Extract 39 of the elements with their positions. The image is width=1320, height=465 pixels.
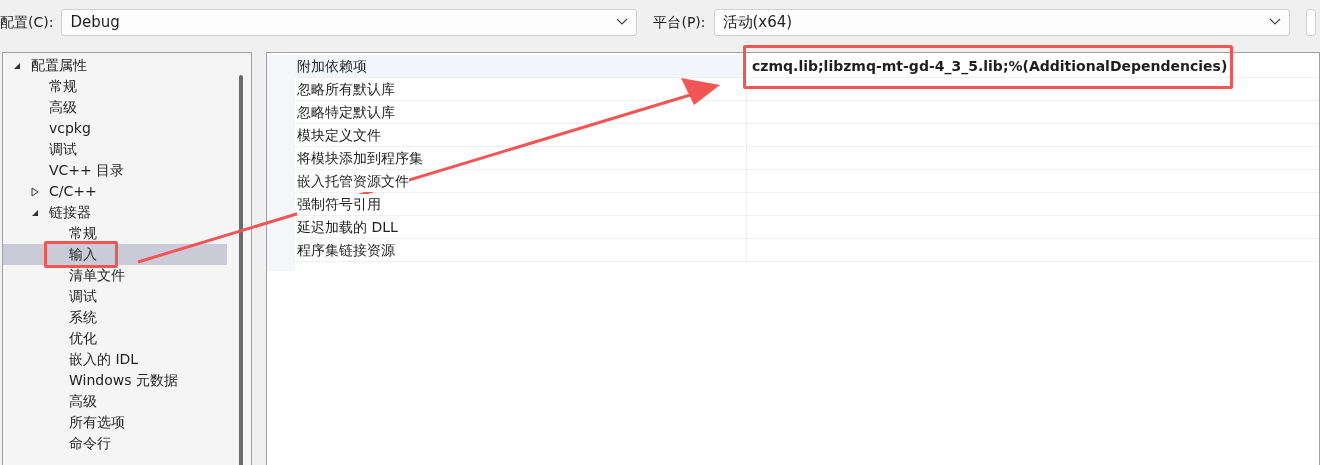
- tree-item[interactable]: vcpkg: [3, 118, 227, 139]
- tree-item[interactable]: 调试: [3, 286, 227, 307]
- tree-item[interactable]: VC++ 目录: [3, 160, 227, 181]
- tree-item[interactable]: Windows 元数据: [3, 370, 227, 391]
- tree-item[interactable]: 链接器: [3, 202, 227, 223]
- chevron-down-icon: [616, 18, 629, 26]
- expanded-triangle-icon[interactable]: [31, 208, 39, 217]
- tree-item[interactable]: 高级: [3, 391, 227, 412]
- combo-label: 平台(P):: [653, 12, 706, 32]
- property-name[interactable]: 忽略特定默认库: [295, 101, 747, 123]
- tree-item[interactable]: 高级: [3, 97, 227, 118]
- dropdown[interactable]: 活动(x64): [713, 8, 1290, 36]
- tree-item[interactable]: 命令行: [3, 433, 227, 454]
- collapsed-triangle-icon[interactable]: [31, 186, 39, 197]
- tree-item[interactable]: C/C++: [3, 181, 227, 202]
- tree-item[interactable]: 常规: [3, 223, 227, 244]
- tree-item[interactable]: 清单文件: [3, 265, 227, 286]
- property-name[interactable]: 强制符号引用: [295, 193, 747, 215]
- tree-item[interactable]: 优化: [3, 328, 227, 349]
- tree-item[interactable]: 调试: [3, 139, 227, 160]
- tree-item[interactable]: 输入: [3, 244, 227, 265]
- property-name[interactable]: 程序集链接资源: [295, 239, 747, 261]
- tree-item[interactable]: 常规: [3, 76, 227, 97]
- tree-item[interactable]: 所有选项: [3, 412, 227, 433]
- tree-item[interactable]: 系统: [3, 307, 227, 328]
- property-name[interactable]: 延迟加载的 DLL: [295, 216, 747, 238]
- property-name[interactable]: 将模块添加到程序集: [295, 147, 747, 169]
- property-name[interactable]: 模块定义文件: [295, 124, 747, 146]
- chevron-down-icon: [1268, 18, 1281, 26]
- tree-item[interactable]: 配置属性: [3, 55, 227, 76]
- property-value[interactable]: czmq.lib;libzmq-mt-gd-4_3_5.lib;%(AdditionalDependencies): [747, 55, 1319, 77]
- tree-item[interactable]: 嵌入的 IDL: [3, 349, 227, 370]
- dropdown[interactable]: Debug: [61, 8, 638, 36]
- combo-label: 配置(C):: [0, 12, 54, 32]
- scrollbar[interactable]: [239, 75, 243, 465]
- expanded-triangle-icon[interactable]: [13, 61, 21, 70]
- property-name[interactable]: 嵌入托管资源文件: [295, 170, 747, 192]
- property-name[interactable]: 附加依赖项: [295, 55, 747, 77]
- property-name[interactable]: 忽略所有默认库: [295, 78, 747, 100]
